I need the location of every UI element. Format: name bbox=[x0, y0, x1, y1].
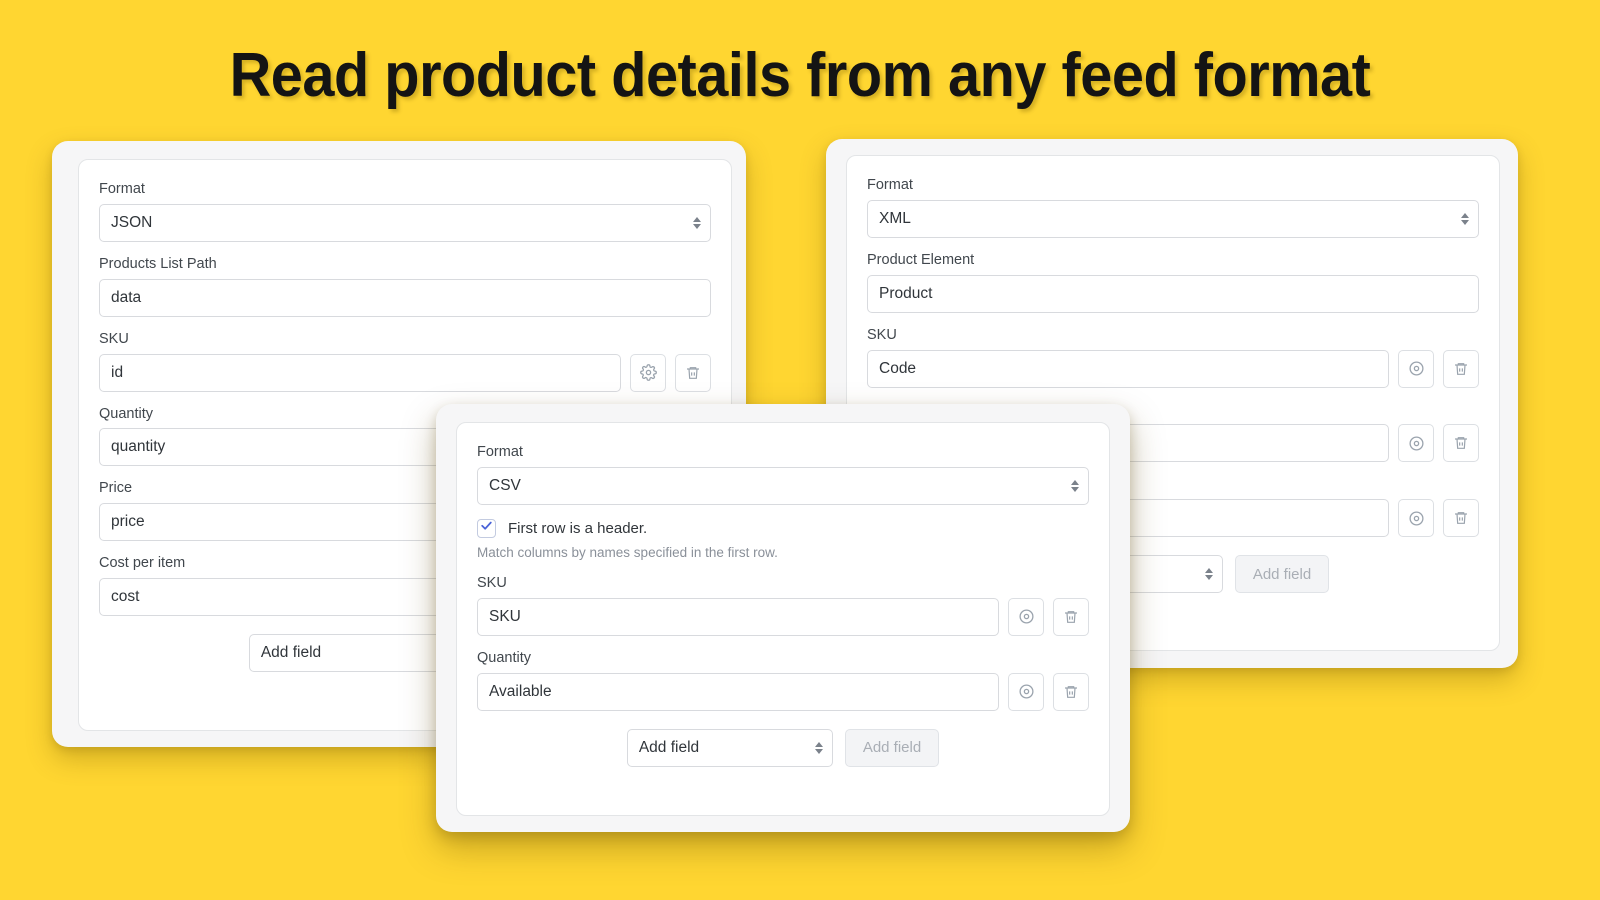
sku-settings-button[interactable] bbox=[1008, 597, 1044, 636]
sku-settings-button[interactable] bbox=[630, 353, 666, 392]
field-2-settings-button[interactable] bbox=[1398, 424, 1434, 463]
sku-delete-button[interactable] bbox=[1443, 349, 1479, 388]
label-format: Format bbox=[99, 181, 145, 197]
footer-add-field-row: Add field Add field bbox=[477, 728, 1089, 767]
trash-icon bbox=[685, 365, 701, 381]
gear-icon bbox=[1408, 360, 1425, 377]
card-inner-csv: Format CSV First row is a header. Match … bbox=[456, 422, 1110, 816]
row-product-element: Product bbox=[867, 274, 1479, 313]
first-row-header-checkbox-row[interactable]: First row is a header. bbox=[477, 518, 1089, 538]
add-field-button[interactable]: Add field bbox=[1234, 555, 1330, 594]
trash-icon bbox=[1453, 435, 1469, 451]
quantity-settings-button[interactable] bbox=[1008, 672, 1044, 711]
row-format: XML bbox=[867, 199, 1479, 238]
gear-icon bbox=[1408, 435, 1425, 452]
sku-input[interactable]: SKU bbox=[477, 597, 999, 636]
add-field-button[interactable]: Add field bbox=[844, 728, 940, 767]
field-2-delete-button[interactable] bbox=[1443, 424, 1479, 463]
sku-input[interactable]: Code bbox=[867, 349, 1389, 388]
trash-icon bbox=[1063, 684, 1079, 700]
add-field-select[interactable]: Add field bbox=[248, 634, 455, 673]
label-quantity: Quantity bbox=[477, 649, 531, 666]
gear-icon bbox=[1408, 510, 1425, 527]
row-quantity: Available bbox=[477, 672, 1089, 711]
sku-delete-button[interactable] bbox=[675, 353, 711, 392]
row-sku: SKU bbox=[477, 597, 1089, 636]
gear-icon bbox=[1018, 608, 1035, 625]
label-product-element: Product Element bbox=[867, 251, 975, 268]
first-row-header-help-text: Match columns by names specified in the … bbox=[477, 544, 778, 560]
trash-icon bbox=[1063, 609, 1079, 625]
format-select-value: JSON bbox=[111, 213, 153, 231]
gear-icon bbox=[1018, 683, 1035, 700]
first-row-header-label: First row is a header. bbox=[508, 519, 648, 537]
select-stepper-icon bbox=[1204, 568, 1213, 581]
add-field-select[interactable]: Add field bbox=[626, 728, 833, 767]
quantity-delete-button[interactable] bbox=[1053, 672, 1089, 711]
format-select-value: XML bbox=[879, 209, 911, 227]
field-3-delete-button[interactable] bbox=[1443, 499, 1479, 538]
format-select[interactable]: CSV bbox=[477, 466, 1089, 505]
sku-delete-button[interactable] bbox=[1053, 597, 1089, 636]
label-sku: SKU bbox=[99, 330, 129, 347]
format-select[interactable]: JSON bbox=[99, 203, 711, 242]
select-stepper-icon bbox=[1461, 212, 1469, 225]
row-sku: id bbox=[99, 353, 711, 392]
add-field-select-value: Add field bbox=[638, 738, 700, 756]
select-stepper-icon bbox=[1071, 479, 1079, 492]
row-format: CSV bbox=[477, 466, 1089, 505]
label-sku: SKU bbox=[867, 326, 897, 343]
sku-settings-button[interactable] bbox=[1398, 349, 1434, 388]
products-list-path-input[interactable]: data bbox=[99, 278, 711, 317]
feed-config-card-csv: Format CSV First row is a header. Match … bbox=[436, 404, 1130, 832]
label-products-list-path: Products List Path bbox=[99, 255, 217, 272]
check-icon bbox=[480, 519, 493, 537]
gear-icon bbox=[639, 364, 657, 381]
product-element-input[interactable]: Product bbox=[867, 274, 1479, 313]
quantity-input[interactable]: Available bbox=[477, 672, 999, 711]
add-field-select-value: Add field bbox=[260, 644, 322, 662]
row-format: JSON bbox=[99, 203, 711, 242]
trash-icon bbox=[1453, 361, 1469, 377]
format-select[interactable]: XML bbox=[867, 199, 1479, 238]
trash-icon bbox=[1453, 510, 1469, 526]
field-3-settings-button[interactable] bbox=[1398, 499, 1434, 538]
card-body-csv: Format CSV First row is a header. Match … bbox=[457, 423, 1109, 785]
label-format: Format bbox=[867, 177, 913, 193]
row-products-list-path: data bbox=[99, 278, 711, 317]
sku-input[interactable]: id bbox=[99, 353, 621, 392]
select-stepper-icon bbox=[693, 216, 701, 229]
page-title: Read product details from any feed forma… bbox=[229, 41, 1371, 110]
format-select-value: CSV bbox=[489, 476, 521, 494]
label-format: Format bbox=[477, 444, 523, 460]
select-stepper-icon bbox=[814, 741, 823, 754]
label-sku: SKU bbox=[477, 574, 507, 591]
row-sku: Code bbox=[867, 349, 1479, 388]
first-row-header-checkbox[interactable] bbox=[477, 518, 496, 538]
